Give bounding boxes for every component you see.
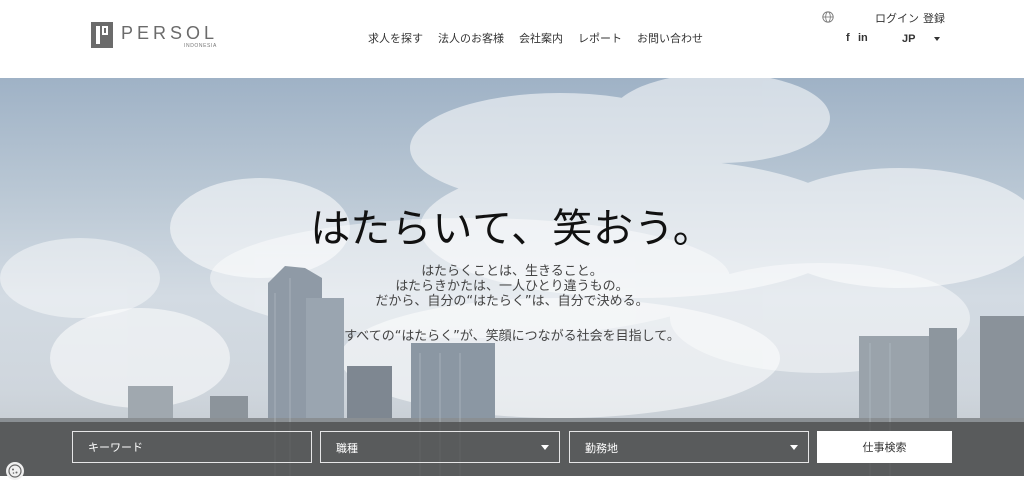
language-selector[interactable]: JP	[902, 33, 915, 45]
hero-lead-line: はたらくことは、生きること。	[421, 264, 603, 279]
nav-item-contact[interactable]: お問い合わせ	[637, 30, 703, 46]
nav-item-reports[interactable]: レポート	[578, 30, 622, 46]
chevron-down-icon[interactable]	[934, 37, 940, 41]
nav-item-corporate[interactable]: 法人のお客様	[438, 30, 504, 46]
globe-icon[interactable]	[822, 11, 834, 23]
nav-item-company[interactable]: 会社案内	[519, 30, 563, 46]
main-nav: 求人を探す 法人のお客様 会社案内 レポート お問い合わせ	[368, 30, 718, 46]
occupation-select-label: 職種	[336, 442, 358, 455]
occupation-select[interactable]: 職種	[320, 431, 560, 463]
job-search-bar: 職種 勤務地 仕事検索	[0, 422, 1024, 476]
hero-tagline: すべての“はたらく”が、笑顔につながる社会を目指して。	[344, 329, 680, 344]
linkedin-icon[interactable]: in	[858, 32, 868, 44]
hero-headline: はたらいて、笑おう。	[310, 206, 714, 252]
page-bottom-strip	[0, 476, 1024, 487]
hero-lead-line: はたらきかたは、一人ひとり違うもの。	[395, 279, 629, 294]
nav-item-jobs[interactable]: 求人を探す	[368, 30, 423, 46]
logo-subtitle: INDONESIA	[184, 43, 217, 49]
register-link[interactable]: 登録	[923, 10, 945, 26]
login-link[interactable]: ログイン	[875, 10, 919, 26]
hero-lead-line: だから、自分の“はたらく”は、自分で決める。	[375, 294, 649, 309]
location-select-label: 勤務地	[585, 442, 618, 455]
keyword-field	[72, 431, 312, 463]
hero-lead-text: はたらくことは、生きること。 はたらきかたは、一人ひとり違うもの。 だから、自分…	[0, 264, 1024, 309]
chevron-down-icon	[541, 445, 549, 450]
logo-wordmark: PERSOL	[121, 23, 219, 43]
job-search-button[interactable]: 仕事検索	[817, 431, 952, 463]
hero-banner: はたらいて、笑おう。 はたらくことは、生きること。 はたらきかたは、一人ひとり違…	[0, 78, 1024, 476]
keyword-input[interactable]	[73, 432, 311, 462]
chevron-down-icon	[790, 445, 798, 450]
location-select[interactable]: 勤務地	[569, 431, 809, 463]
site-header: PERSOL INDONESIA 求人を探す 法人のお客様 会社案内 レポート …	[0, 0, 1024, 78]
cookie-icon[interactable]	[6, 462, 24, 480]
persol-logo[interactable]: PERSOL INDONESIA	[91, 22, 231, 52]
facebook-icon[interactable]: f	[846, 32, 850, 44]
persol-logo-mark	[91, 22, 113, 48]
